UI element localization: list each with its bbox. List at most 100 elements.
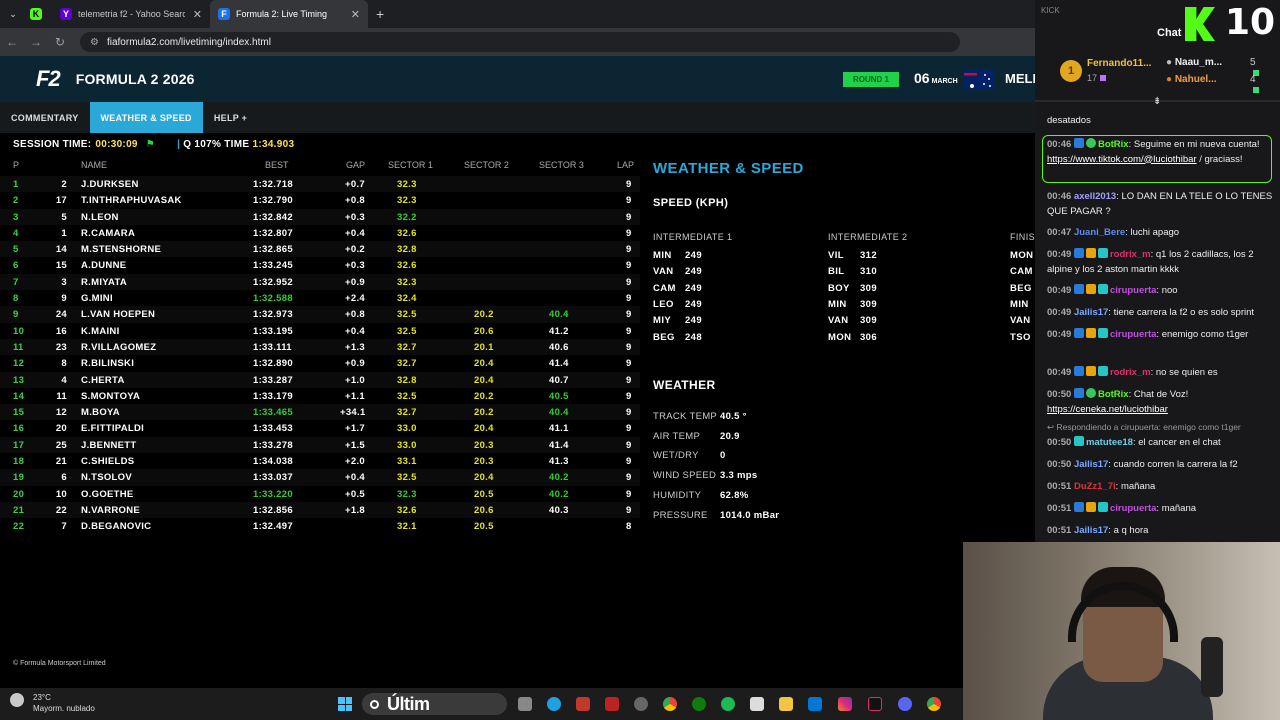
table-row[interactable]: 5 14 M.STENSHORNE 1:32.865 +0.2 32.8 9: [0, 241, 640, 258]
chat-message[interactable]: 00:50 Jailis17: cuando corren la carrera…: [1047, 458, 1275, 473]
taskbar-search[interactable]: Últim: [362, 693, 507, 715]
tab-weather-speed[interactable]: WEATHER & SPEED: [89, 102, 203, 133]
table-row[interactable]: 20 10 O.GOETHE 1:33.220 +0.5 32.3 20.5 40.2 9: [0, 486, 640, 502]
chat-username[interactable]: cirupuerta: [1110, 503, 1156, 514]
close-icon[interactable]: ✕: [343, 8, 360, 21]
col-sector2[interactable]: SECTOR 2: [464, 160, 509, 170]
top-gifter-2[interactable]: ● Naau_m... 5: [1166, 57, 1259, 76]
chat-message[interactable]: 00:50 BotRix: Chat de Voz! https://cenek…: [1047, 388, 1275, 417]
chat-link[interactable]: https://ceneka.net/luciothibar: [1047, 404, 1168, 415]
chat-message[interactable]: 00:47 Juani_Bere: luchi apago: [1047, 226, 1275, 241]
table-row[interactable]: 6 15 A.DUNNE 1:33.245 +0.3 32.6 9: [0, 257, 640, 273]
table-row[interactable]: 21 22 N.VARRONE 1:32.856 +1.8 32.6 20.6 40.3 9: [0, 501, 640, 519]
table-row[interactable]: 16 20 E.FITTIPALDI 1:33.453 +1.7 33.0 20.4 41.1…: [0, 420, 640, 436]
chat-link[interactable]: https://www.tiktok.com/@luciothibar: [1047, 154, 1197, 165]
col-name[interactable]: NAME: [81, 160, 107, 170]
table-row[interactable]: 7 3 R.MIYATA 1:32.952 +0.9 32.3 9: [0, 273, 640, 291]
chat-message[interactable]: 00:49 Jailis17: tiene carrera la f2 o es…: [1047, 306, 1275, 321]
tab-help[interactable]: HELP +: [203, 102, 258, 133]
chat-username[interactable]: rodrix_m: [1110, 367, 1151, 378]
folder-icon[interactable]: [779, 697, 793, 711]
table-row[interactable]: 12 8 R.BILINSKI 1:32.890 +0.9 32.7 20.4 41.4 9: [0, 355, 640, 371]
chat-message[interactable]: 00:46 axell2013: LO DAN EN LA TELE O LO …: [1047, 190, 1275, 219]
table-row[interactable]: 13 4 C.HERTA 1:33.287 +1.0 32.8 20.4 40.7 9: [0, 371, 640, 388]
windows-start-icon[interactable]: [338, 697, 352, 711]
capcut-icon[interactable]: [750, 697, 764, 711]
col-lap[interactable]: LAP: [617, 160, 634, 170]
chat-username[interactable]: cirupuerta: [1110, 329, 1156, 340]
chat-username[interactable]: axell2013: [1074, 191, 1116, 202]
chat-message[interactable]: 00:50 matutee18: el cancer en el chat: [1047, 436, 1275, 451]
table-row[interactable]: 2 17 T.INTHRAPHUVASAK 1:32.790 +0.8 32.3 9: [0, 192, 640, 208]
app-icon[interactable]: [576, 697, 590, 711]
chat-username[interactable]: BotRix: [1098, 389, 1129, 400]
tab-list-button[interactable]: ⌄: [0, 0, 26, 28]
chat-username[interactable]: Jailis17: [1074, 525, 1108, 536]
edge-icon[interactable]: [547, 697, 561, 711]
col-sector3[interactable]: SECTOR 3: [539, 160, 584, 170]
collapse-icon[interactable]: ⇟: [1153, 96, 1161, 107]
reload-icon[interactable]: ↻: [48, 35, 72, 49]
table-row[interactable]: 14 11 S.MONTOYA 1:33.179 +1.1 32.5 20.2 40.5 9: [0, 388, 640, 404]
tab-formula2[interactable]: F Formula 2: Live Timing ✕: [210, 0, 368, 28]
chat-message[interactable]: 00:46 BotRix: Seguime en mi nueva cuenta…: [1047, 138, 1275, 167]
forward-icon[interactable]: →: [24, 35, 48, 49]
table-row[interactable]: 17 25 J.BENNETT 1:33.278 +1.5 33.0 20.3 41.4 9: [0, 436, 640, 454]
table-row[interactable]: 8 9 G.MINI 1:32.588 +2.4 32.4 9: [0, 290, 640, 306]
table-row[interactable]: 18 21 C.SHIELDS 1:34.038 +2.0 33.1 20.3 41.3 9: [0, 453, 640, 469]
col-sector1[interactable]: SECTOR 1: [388, 160, 433, 170]
chat-username[interactable]: matutee18: [1086, 437, 1133, 448]
chat-username[interactable]: Jailis17: [1074, 307, 1108, 318]
chat-message[interactable]: 00:49 cirupuerta: enemigo como t1ger: [1047, 328, 1275, 343]
spotify-icon[interactable]: [721, 697, 735, 711]
table-row[interactable]: 19 6 N.TSOLOV 1:33.037 +0.4 32.5 20.4 40.2 9: [0, 469, 640, 486]
chat-message[interactable]: 00:49 cirupuerta: noo: [1047, 284, 1275, 299]
table-row[interactable]: 11 23 R.VILLAGOMEZ 1:33.111 +1.3 32.7 20.1 40.6…: [0, 338, 640, 356]
chat-username[interactable]: Jailis17: [1074, 459, 1108, 470]
chrome-icon[interactable]: [927, 697, 941, 711]
table-row[interactable]: 1 2 J.DURKSEN 1:32.718 +0.7 32.3 9: [0, 176, 640, 193]
table-row[interactable]: 10 16 K.MAINI 1:33.195 +0.4 32.5 20.6 41.2 9: [0, 323, 640, 339]
tab-yahoo[interactable]: Ytelemetria f2 - Yahoo Search Tu✕: [52, 0, 210, 28]
app-icon[interactable]: [634, 697, 648, 711]
chat-username[interactable]: cirupuerta: [1110, 285, 1156, 296]
tab-kick[interactable]: K: [26, 0, 52, 28]
site-info-icon[interactable]: ⚙: [90, 37, 99, 48]
chat-username[interactable]: rodrix_m: [1110, 249, 1151, 260]
table-row[interactable]: 15 12 M.BOYA 1:33.465 +34.1 32.7 20.2 40.4 9: [0, 404, 640, 421]
weather-widget[interactable]: 23°C Mayorm. nublado: [10, 693, 95, 713]
store-icon[interactable]: [808, 697, 822, 711]
sector2: 20.2: [474, 309, 494, 321]
new-tab-button[interactable]: +: [368, 0, 392, 28]
sector3: 40.2: [549, 472, 569, 484]
tab-commentary[interactable]: COMMENTARY: [0, 102, 90, 133]
task-view-icon[interactable]: [518, 697, 532, 711]
table-row[interactable]: 3 5 N.LEON 1:32.842 +0.3 32.2 9: [0, 208, 640, 225]
col-best[interactable]: BEST: [265, 160, 289, 170]
chat-message[interactable]: 00:51 cirupuerta: mañana: [1047, 502, 1275, 517]
table-row[interactable]: 9 24 L.VAN HOEPEN 1:32.973 +0.8 32.5 20.2 40.4 9: [0, 306, 640, 323]
f2-logo[interactable]: F2: [36, 66, 61, 92]
top-gifter-3[interactable]: ● Nahuel... 4: [1166, 74, 1259, 93]
tiktok-icon[interactable]: [868, 697, 882, 711]
col-gap[interactable]: GAP: [346, 160, 365, 170]
close-icon[interactable]: ✕: [185, 8, 202, 21]
chat-username[interactable]: DuZz1_7i: [1074, 481, 1116, 492]
chat-username[interactable]: BotRix: [1098, 139, 1129, 150]
chat-username[interactable]: Juani_Bere: [1074, 227, 1125, 238]
url-field[interactable]: ⚙ fiaformula2.com/livetiming/index.html: [80, 32, 960, 52]
chat-message[interactable]: 00:51 Jailis17: a q hora: [1047, 524, 1275, 539]
xbox-icon[interactable]: [692, 697, 706, 711]
chat-message[interactable]: 00:49 rodrix_m: q1 los 2 cadillacs, los …: [1047, 248, 1275, 277]
col-position[interactable]: P: [13, 160, 19, 170]
table-row[interactable]: 4 1 R.CAMARA 1:32.807 +0.4 32.6 9: [0, 225, 640, 241]
chat-message[interactable]: 00:51 DuZz1_7i: mañana: [1047, 480, 1275, 495]
app-icon[interactable]: [605, 697, 619, 711]
instagram-icon[interactable]: [838, 697, 852, 711]
chrome-icon[interactable]: [663, 697, 677, 711]
chat-message[interactable]: 00:49 rodrix_m: no se quien es: [1047, 366, 1275, 381]
discord-icon[interactable]: [898, 697, 912, 711]
back-icon[interactable]: ←: [0, 35, 24, 49]
table-row[interactable]: 22 7 D.BEGANOVIC 1:32.497 32.1 20.5 8: [0, 518, 640, 534]
top-gifter-1-name[interactable]: Fernando11...: [1087, 58, 1151, 69]
